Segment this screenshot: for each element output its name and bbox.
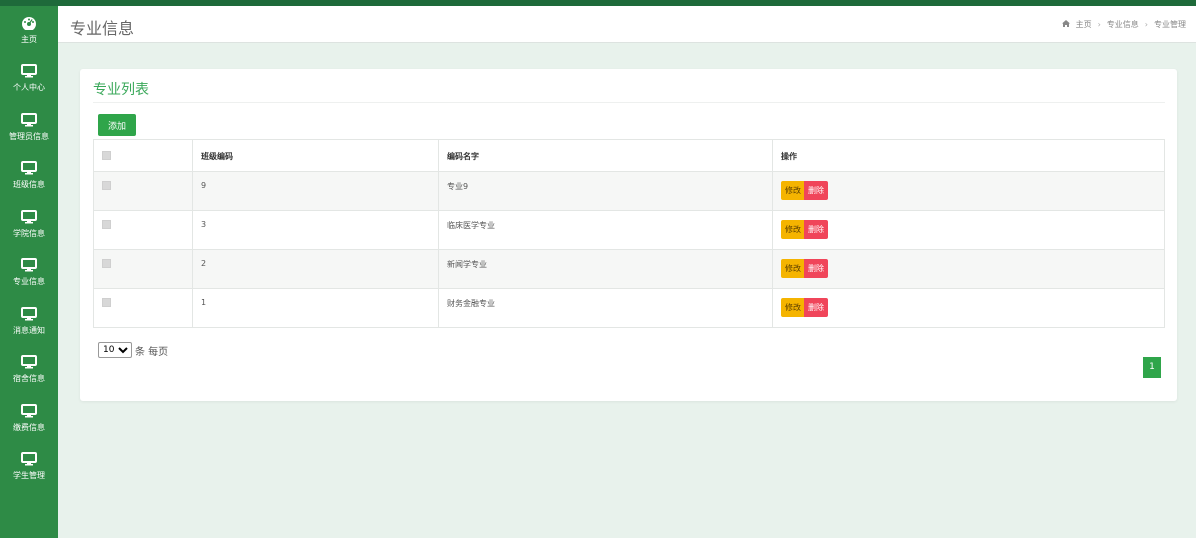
header-class-code: 班级编码 [192, 139, 439, 172]
row-checkbox[interactable] [102, 298, 111, 307]
breadcrumb-home[interactable]: 主页 [1076, 19, 1092, 30]
dashboard-icon [21, 16, 37, 30]
breadcrumb-major-manage: 专业管理 [1154, 20, 1186, 29]
delete-button[interactable]: 删除 [804, 220, 828, 239]
edit-button[interactable]: 修改 [781, 181, 805, 200]
sidebar: 主页 个人中心 管理员信息 班级信息 学院信息 专业信息 消息通知 宿舍信息 缴… [0, 6, 58, 538]
card-title: 专业列表 [93, 82, 149, 98]
edit-button[interactable]: 修改 [781, 220, 805, 239]
sidebar-item-label: 学生管理 [13, 471, 45, 481]
page-title: 专业信息 [70, 19, 135, 38]
row-check-cell [93, 288, 193, 328]
delete-button[interactable]: 删除 [804, 259, 828, 278]
table-row: 9 专业9 修改 删除 [93, 171, 1165, 211]
row-checkbox[interactable] [102, 220, 111, 229]
cell-name: 新闻学专业 [438, 249, 773, 289]
major-list-card: 专业列表 添加 班级编码 编码名字 操作 9 专业9 修改 删除 3 临床医学专… [80, 69, 1177, 401]
monitor-icon [21, 112, 37, 127]
sidebar-item-profile[interactable]: 个人中心 [0, 55, 58, 104]
table-header-row: 班级编码 编码名字 操作 [93, 139, 1165, 172]
edit-button[interactable]: 修改 [781, 298, 805, 317]
breadcrumb-major-info[interactable]: 专业信息 [1107, 19, 1139, 30]
table-row: 2 新闻学专业 修改 删除 [93, 249, 1165, 289]
row-checkbox[interactable] [102, 181, 111, 190]
cell-code: 3 [192, 210, 439, 250]
select-all-cell [93, 139, 193, 172]
cell-actions: 修改 删除 [772, 171, 1165, 211]
page-size-select[interactable]: 10 [98, 342, 132, 358]
cell-code: 1 [192, 288, 439, 328]
sidebar-item-label: 主页 [21, 34, 37, 44]
sidebar-item-dorm[interactable]: 宿舍信息 [0, 346, 58, 395]
sidebar-item-admin[interactable]: 管理员信息 [0, 103, 58, 152]
row-check-cell [93, 210, 193, 250]
page-header: 专业信息 主页 › 专业信息 › 专业管理 [58, 6, 1196, 43]
header-code-name: 编码名字 [438, 139, 773, 172]
sidebar-item-notice[interactable]: 消息通知 [0, 297, 58, 346]
page-size-control: 10 条 每页 [98, 342, 168, 358]
monitor-icon [21, 64, 37, 78]
page-number-button[interactable]: 1 [1143, 357, 1161, 378]
home-icon [1061, 20, 1070, 29]
sidebar-item-label: 管理员信息 [9, 131, 49, 141]
table-row: 3 临床医学专业 修改 删除 [93, 210, 1165, 250]
row-checkbox[interactable] [102, 259, 111, 268]
cell-code: 2 [192, 249, 439, 289]
cell-actions: 修改 删除 [772, 288, 1165, 328]
delete-button[interactable]: 删除 [804, 181, 828, 200]
sidebar-item-label: 缴费信息 [13, 422, 45, 432]
sidebar-item-label: 消息通知 [13, 325, 45, 335]
sidebar-item-home[interactable]: 主页 [0, 6, 58, 55]
monitor-icon [21, 306, 37, 321]
monitor-icon [21, 258, 37, 272]
sidebar-item-college[interactable]: 学院信息 [0, 200, 58, 249]
sidebar-item-payment[interactable]: 缴费信息 [0, 394, 58, 443]
sidebar-item-students[interactable]: 学生管理 [0, 443, 58, 492]
select-all-checkbox[interactable] [102, 151, 111, 160]
add-button[interactable]: 添加 [98, 114, 136, 136]
monitor-icon [21, 209, 37, 224]
sidebar-item-class[interactable]: 班级信息 [0, 152, 58, 201]
cell-actions: 修改 删除 [772, 210, 1165, 250]
sidebar-item-label: 专业信息 [13, 277, 45, 287]
cell-actions: 修改 删除 [772, 249, 1165, 289]
monitor-icon [21, 403, 37, 418]
sidebar-item-major[interactable]: 专业信息 [0, 249, 58, 298]
row-check-cell [93, 171, 193, 211]
breadcrumb-separator: › [1144, 20, 1148, 29]
cell-name: 专业9 [438, 171, 773, 211]
cell-name: 财务金融专业 [438, 288, 773, 328]
breadcrumb-separator: › [1097, 20, 1101, 29]
major-table: 班级编码 编码名字 操作 9 专业9 修改删除 3 临床医学专业 修改删除 [93, 139, 1165, 328]
table-row: 1 财务金融专业 修改 删除 [93, 288, 1165, 328]
cell-code: 9 [192, 171, 439, 211]
sidebar-item-label: 学院信息 [13, 228, 45, 238]
header-actions: 操作 [772, 139, 1165, 172]
row-check-cell [93, 249, 193, 289]
cell-name: 临床医学专业 [438, 210, 773, 250]
monitor-icon [21, 161, 37, 175]
sidebar-item-label: 班级信息 [13, 180, 45, 190]
breadcrumb: 主页 › 专业信息 › 专业管理 [1061, 19, 1186, 30]
page-size-suffix: 条 每页 [135, 346, 169, 358]
edit-button[interactable]: 修改 [781, 259, 805, 278]
sidebar-item-label: 个人中心 [13, 83, 45, 93]
divider [93, 102, 1165, 103]
sidebar-item-label: 宿舍信息 [13, 374, 45, 384]
monitor-icon [21, 355, 37, 369]
delete-button[interactable]: 删除 [804, 298, 828, 317]
monitor-icon [21, 452, 37, 466]
